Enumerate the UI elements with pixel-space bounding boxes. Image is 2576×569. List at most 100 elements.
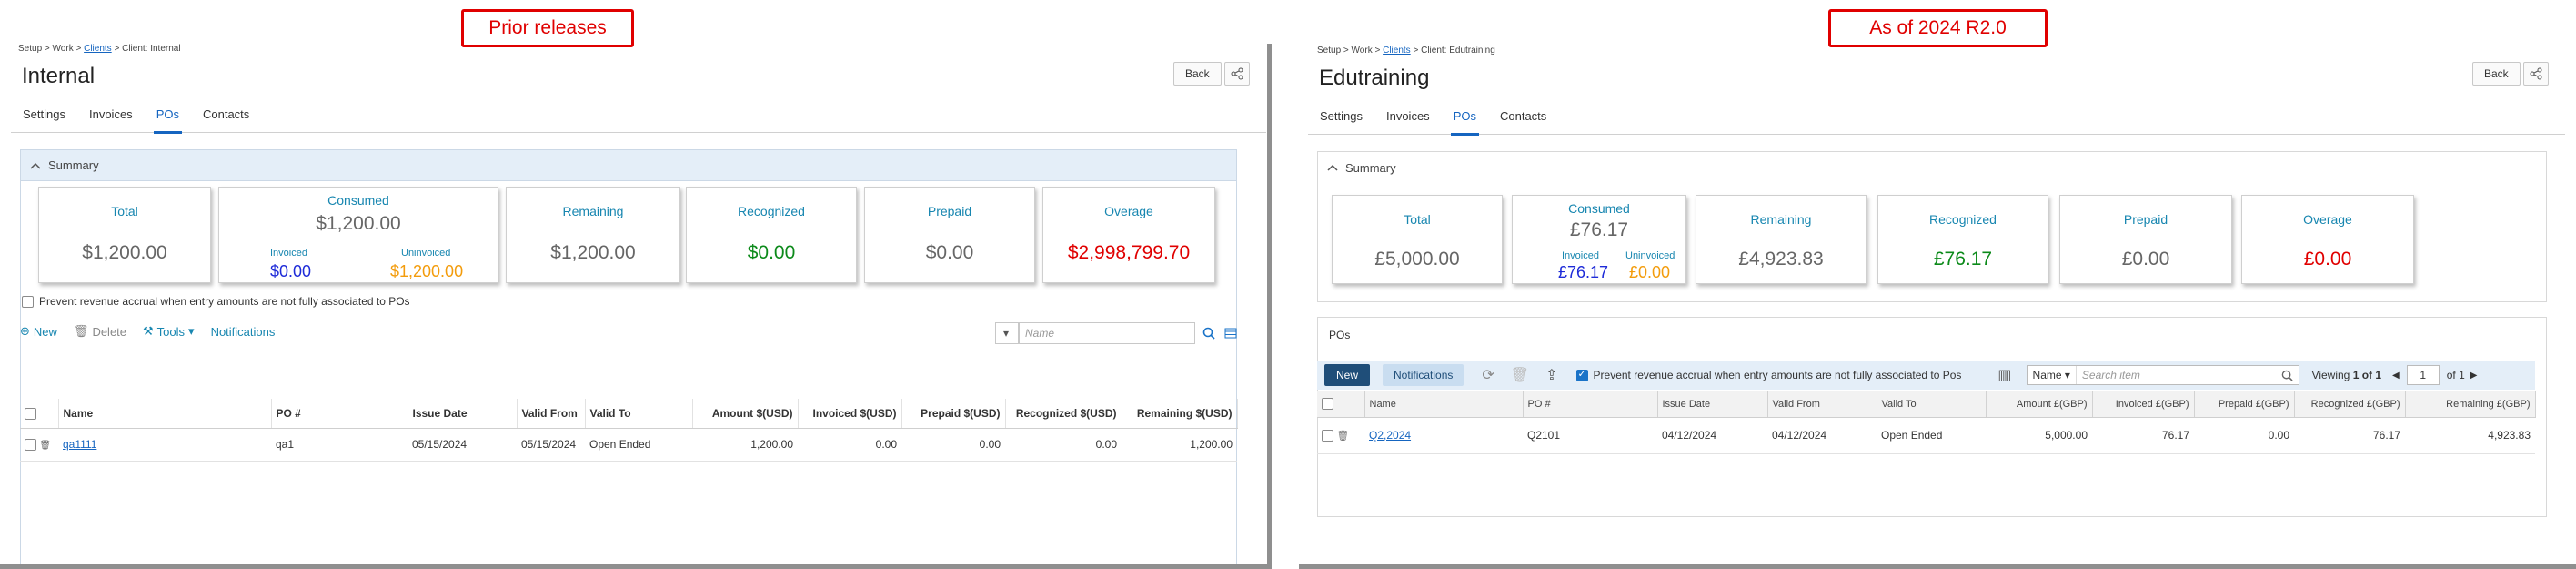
card-consumed-value: $1,200.00 xyxy=(316,213,401,234)
breadcrumb-setup[interactable]: Setup xyxy=(1317,46,1341,56)
card-remaining-value: £4,923.83 xyxy=(1738,249,1824,269)
export-icon[interactable]: ⇪ xyxy=(1545,366,1557,384)
pos-toolbar: New Notifications ⟳ 🗑 ⇪ Prevent revenue … xyxy=(1317,361,2535,390)
summary-label: Summary xyxy=(48,158,99,172)
tab-contacts[interactable]: Contacts xyxy=(1488,102,1558,135)
page-number-input[interactable]: 1 xyxy=(2406,365,2440,385)
search-input[interactable]: Name xyxy=(1019,322,1195,344)
card-uninvoiced-value: £0.00 xyxy=(1629,263,1671,281)
prevent-accrual-label: Prevent revenue accrual when entry amoun… xyxy=(1593,369,1962,381)
tab-contacts[interactable]: Contacts xyxy=(191,100,261,133)
viewing-label: Viewing xyxy=(2311,369,2350,381)
col-remaining[interactable]: Remaining £(GBP) xyxy=(2405,391,2536,418)
col-prepaid[interactable]: Prepaid £(GBP) xyxy=(2194,391,2295,418)
prevent-accrual-checkbox[interactable] xyxy=(22,295,34,308)
share-button[interactable] xyxy=(1224,62,1250,86)
card-recognized: Recognized £76.17 xyxy=(1877,195,2048,284)
col-amount[interactable]: Amount £(GBP) xyxy=(1986,391,2093,418)
search-button[interactable] xyxy=(1199,322,1219,344)
col-name[interactable]: Name xyxy=(1364,391,1524,418)
card-uninvoiced-value: $1,200.00 xyxy=(390,262,464,280)
column-settings-button[interactable] xyxy=(1221,322,1241,344)
new-button[interactable]: ⊕ New xyxy=(20,324,57,339)
left-panel-prior: Setup > Work > Clients > Client: Interna… xyxy=(0,44,1272,569)
col-valid-to[interactable]: Valid To xyxy=(1877,391,1987,418)
summary-header[interactable]: Summary xyxy=(21,150,1236,181)
search-icon[interactable] xyxy=(2281,370,2293,381)
prev-page-icon[interactable]: ◀ xyxy=(2392,371,2400,381)
card-total: Total $1,200.00 xyxy=(38,187,211,283)
cell-prepaid: 0.00 xyxy=(2194,417,2294,454)
card-total-label: Total xyxy=(111,204,138,218)
notifications-link[interactable]: Notifications xyxy=(211,325,276,339)
col-prepaid[interactable]: Prepaid $(USD) xyxy=(901,399,1006,429)
summary-label: Summary xyxy=(1345,160,1396,175)
notifications-button[interactable]: Notifications xyxy=(1383,364,1464,386)
po-name-link[interactable]: Q2,2024 xyxy=(1369,429,1411,442)
col-remaining[interactable]: Remaining $(USD) xyxy=(1122,399,1238,429)
select-all-checkbox[interactable] xyxy=(1322,398,1333,411)
card-recognized-label: Recognized xyxy=(1929,212,1997,227)
tab-settings[interactable]: Settings xyxy=(11,100,77,133)
page-title: Internal xyxy=(22,64,96,88)
tools-icon: ⚒ xyxy=(143,324,154,338)
breadcrumb-clients[interactable]: Clients xyxy=(84,44,112,54)
breadcrumb-setup[interactable]: Setup xyxy=(18,44,42,54)
plus-icon: ⊕ xyxy=(20,324,30,338)
card-remaining-label: Remaining xyxy=(1750,212,1812,227)
card-overage: Overage £0.00 xyxy=(2241,195,2414,284)
col-invoiced[interactable]: Invoiced $(USD) xyxy=(798,399,902,429)
share-button[interactable] xyxy=(2523,62,2549,86)
delete-icon[interactable]: 🗑 xyxy=(1511,366,1529,384)
summary-header[interactable]: Summary xyxy=(1318,152,2546,183)
card-recognized-value: $0.00 xyxy=(747,242,796,263)
search-field-select[interactable]: Name ▾ xyxy=(2028,366,2077,384)
col-issue-date[interactable]: Issue Date xyxy=(1657,391,1768,418)
refresh-icon[interactable]: ⟳ xyxy=(1482,366,1494,384)
tab-pos[interactable]: POs xyxy=(145,100,191,134)
row-delete-icon[interactable]: 🗑 xyxy=(39,441,51,451)
breadcrumb-clients[interactable]: Clients xyxy=(1383,46,1411,56)
row-delete-icon[interactable]: 🗑 xyxy=(1336,431,1349,442)
tab-settings[interactable]: Settings xyxy=(1308,102,1374,135)
new-button[interactable]: New xyxy=(1324,364,1371,386)
row-checkbox[interactable] xyxy=(1322,430,1333,442)
col-recognized[interactable]: Recognized $(USD) xyxy=(1005,399,1122,429)
card-consumed: Consumed £76.17 Invoiced £76.17 Uninvoic… xyxy=(1512,195,1686,284)
col-valid-to[interactable]: Valid To xyxy=(585,399,693,429)
cell-issue-date: 04/12/2024 xyxy=(1657,417,1767,454)
row-checkbox[interactable] xyxy=(25,439,36,452)
po-name-link[interactable]: qa1111 xyxy=(63,438,96,451)
card-remaining: Remaining $1,200.00 xyxy=(506,187,680,283)
card-uninvoiced-label: Uninvoiced xyxy=(1625,250,1675,261)
tools-menu[interactable]: ⚒ Tools ▾ xyxy=(143,324,195,339)
col-invoiced[interactable]: Invoiced £(GBP) xyxy=(2092,391,2195,418)
next-page-icon[interactable]: ▶ xyxy=(2470,371,2478,381)
col-name[interactable]: Name xyxy=(58,399,272,429)
right-panel-current: Setup > Work > Clients > Client: Edutrai… xyxy=(1299,44,2576,569)
col-po-number[interactable]: PO # xyxy=(1523,391,1658,418)
tab-invoices[interactable]: Invoices xyxy=(77,100,145,133)
tab-pos[interactable]: POs xyxy=(1442,102,1488,136)
search-input[interactable]: Search item xyxy=(2077,369,2281,381)
tab-invoices[interactable]: Invoices xyxy=(1374,102,1442,135)
columns-icon[interactable]: ▥ xyxy=(1997,366,2011,384)
delete-button[interactable]: 🗑 Delete xyxy=(74,324,126,339)
col-po-number[interactable]: PO # xyxy=(271,399,408,429)
col-valid-from[interactable]: Valid From xyxy=(517,399,586,429)
prevent-accrual-checkbox[interactable] xyxy=(1575,368,1588,381)
cell-amount: 5,000.00 xyxy=(1986,417,2092,454)
search-field-dropdown[interactable]: ▾ xyxy=(995,322,1019,344)
col-amount[interactable]: Amount $(USD) xyxy=(692,399,799,429)
row-select-cell: 🗑 xyxy=(1317,417,1364,454)
back-button[interactable]: Back xyxy=(2472,62,2521,86)
card-invoiced-value: $0.00 xyxy=(270,262,312,280)
col-valid-from[interactable]: Valid From xyxy=(1767,391,1877,418)
col-recognized[interactable]: Recognized £(GBP) xyxy=(2294,391,2406,418)
back-button[interactable]: Back xyxy=(1173,62,1222,86)
breadcrumb-work[interactable]: Work xyxy=(53,44,74,54)
select-all-checkbox[interactable] xyxy=(25,407,36,420)
card-recognized-value: £76.17 xyxy=(1933,249,1993,269)
col-issue-date[interactable]: Issue Date xyxy=(408,399,518,429)
breadcrumb-work[interactable]: Work xyxy=(1352,46,1373,56)
